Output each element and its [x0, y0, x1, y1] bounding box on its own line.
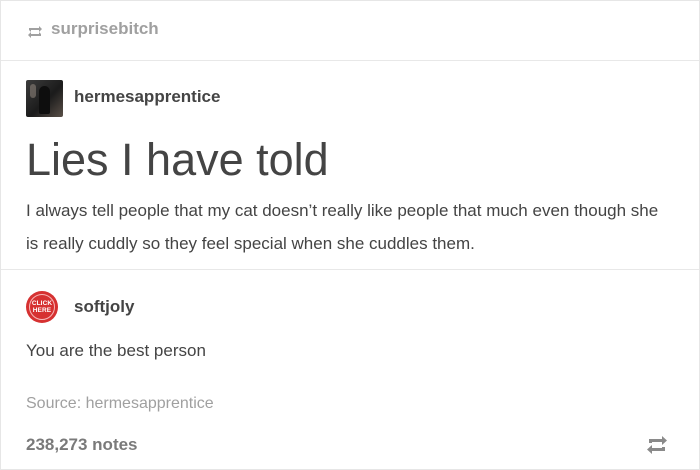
divider — [1, 269, 699, 270]
avatar[interactable] — [26, 80, 63, 117]
original-username[interactable]: hermesapprentice — [74, 87, 220, 107]
avatar[interactable]: CLICK HERE — [26, 291, 58, 323]
reblog-icon[interactable] — [644, 432, 670, 458]
notes-count[interactable]: 238,273 notes — [26, 435, 138, 455]
reply-text: You are the best person — [26, 341, 206, 360]
post-title: Lies I have told — [26, 134, 329, 185]
reblogger-username[interactable]: surprisebitch — [51, 19, 159, 39]
avatar-text: HERE — [32, 307, 52, 314]
reblog-icon — [28, 26, 42, 38]
tumblr-post: surprisebitch hermesapprentice Lies I ha… — [0, 0, 700, 470]
source-link[interactable]: Source: hermesapprentice — [26, 395, 214, 413]
post-body: I always tell people that my cat doesn’t… — [26, 201, 659, 253]
avatar-text: CLICK — [31, 300, 53, 307]
reblog-header: surprisebitch — [1, 1, 699, 61]
reply-username[interactable]: softjoly — [74, 297, 134, 317]
